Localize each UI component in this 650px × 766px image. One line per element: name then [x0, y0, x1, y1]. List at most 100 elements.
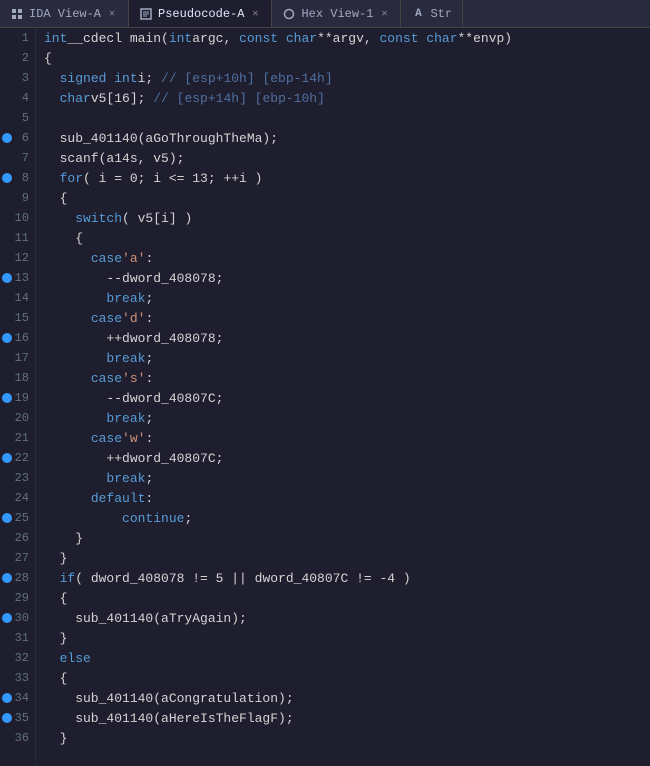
tab-pseudocode-close[interactable]: ✕ [249, 8, 261, 20]
tab-str-label: Str [430, 7, 452, 21]
code-line: } [44, 548, 650, 568]
line-num-row: 30 [0, 608, 35, 628]
line-number: 12 [15, 251, 29, 265]
tab-ida-view-close[interactable]: ✕ [106, 8, 118, 20]
line-number: 27 [15, 551, 29, 565]
breakpoint-dot [2, 393, 12, 403]
line-number: 15 [15, 311, 29, 325]
line-num-row: 35 [0, 708, 35, 728]
pseudocode-icon [139, 7, 153, 21]
tab-hex-view[interactable]: Hex View-1 ✕ [272, 0, 401, 27]
breakpoint-dot [2, 333, 12, 343]
code-line: case 'a': [44, 248, 650, 268]
line-num-row: 10 [0, 208, 35, 228]
tab-str[interactable]: A Str [401, 0, 463, 27]
line-num-row: 21 [0, 428, 35, 448]
line-num-row: 9 [0, 188, 35, 208]
code-line: if ( dword_408078 != 5 || dword_40807C !… [44, 568, 650, 588]
line-num-row: 36 [0, 728, 35, 748]
breakpoint-dot [2, 513, 12, 523]
line-number: 34 [15, 691, 29, 705]
code-line: case 's': [44, 368, 650, 388]
line-number: 28 [15, 571, 29, 585]
line-num-row: 33 [0, 668, 35, 688]
line-number: 29 [15, 591, 29, 605]
code-line: ++dword_40807C; [44, 448, 650, 468]
code-line: break; [44, 348, 650, 368]
line-number: 33 [15, 671, 29, 685]
code-line: } [44, 528, 650, 548]
hex-view-icon [282, 7, 296, 21]
code-line: { [44, 588, 650, 608]
line-num-row: 6 [0, 128, 35, 148]
line-num-row: 13 [0, 268, 35, 288]
breakpoint-dot [2, 173, 12, 183]
line-number: 8 [22, 171, 29, 185]
line-number: 17 [15, 351, 29, 365]
line-number: 35 [15, 711, 29, 725]
tab-hex-view-label: Hex View-1 [301, 7, 373, 21]
line-number: 19 [15, 391, 29, 405]
breakpoint-dot [2, 133, 12, 143]
line-num-row: 8 [0, 168, 35, 188]
line-num-row: 32 [0, 648, 35, 668]
tab-hex-view-close[interactable]: ✕ [378, 8, 390, 20]
line-number: 32 [15, 651, 29, 665]
code-line: { [44, 668, 650, 688]
code-line: { [44, 228, 650, 248]
line-number: 11 [15, 231, 29, 245]
line-number: 36 [15, 731, 29, 745]
breakpoint-dot [2, 713, 12, 723]
line-num-row: 29 [0, 588, 35, 608]
line-number: 10 [15, 211, 29, 225]
line-number: 3 [22, 71, 29, 85]
line-number: 23 [15, 471, 29, 485]
line-number: 26 [15, 531, 29, 545]
line-num-row: 11 [0, 228, 35, 248]
code-line: --dword_408078; [44, 268, 650, 288]
line-number: 31 [15, 631, 29, 645]
line-num-row: 12 [0, 248, 35, 268]
code-line: break; [44, 288, 650, 308]
line-num-row: 14 [0, 288, 35, 308]
code-line: sub_401140(aTryAgain); [44, 608, 650, 628]
line-number: 2 [22, 51, 29, 65]
breakpoint-dot [2, 453, 12, 463]
code-line: ++dword_408078; [44, 328, 650, 348]
code-line: default: [44, 488, 650, 508]
breakpoint-dot [2, 613, 12, 623]
line-num-row: 20 [0, 408, 35, 428]
line-num-row: 27 [0, 548, 35, 568]
code-line: break; [44, 408, 650, 428]
breakpoint-dot [2, 273, 12, 283]
code-line: --dword_40807C; [44, 388, 650, 408]
line-num-row: 31 [0, 628, 35, 648]
line-num-row: 2 [0, 48, 35, 68]
code-line: for ( i = 0; i <= 13; ++i ) [44, 168, 650, 188]
line-numbers: 1234567891011121314151617181920212223242… [0, 28, 36, 766]
line-num-row: 16 [0, 328, 35, 348]
line-number: 25 [15, 511, 29, 525]
line-num-row: 28 [0, 568, 35, 588]
line-num-row: 23 [0, 468, 35, 488]
line-num-row: 7 [0, 148, 35, 168]
tab-pseudocode[interactable]: Pseudocode-A ✕ [129, 0, 272, 27]
line-num-row: 5 [0, 108, 35, 128]
line-number: 16 [15, 331, 29, 345]
line-num-row: 4 [0, 88, 35, 108]
line-number: 14 [15, 291, 29, 305]
line-number: 5 [22, 111, 29, 125]
line-number: 1 [22, 31, 29, 45]
code-line: { [44, 188, 650, 208]
line-num-row: 3 [0, 68, 35, 88]
code-line: case 'd': [44, 308, 650, 328]
code-line: scanf(a14s, v5); [44, 148, 650, 168]
line-num-row: 17 [0, 348, 35, 368]
line-number: 7 [22, 151, 29, 165]
code-line: switch ( v5[i] ) [44, 208, 650, 228]
tab-ida-view[interactable]: IDA View-A ✕ [0, 0, 129, 27]
code-line: sub_401140(aCongratulation); [44, 688, 650, 708]
code-line: case 'w': [44, 428, 650, 448]
line-number: 30 [15, 611, 29, 625]
line-num-row: 34 [0, 688, 35, 708]
